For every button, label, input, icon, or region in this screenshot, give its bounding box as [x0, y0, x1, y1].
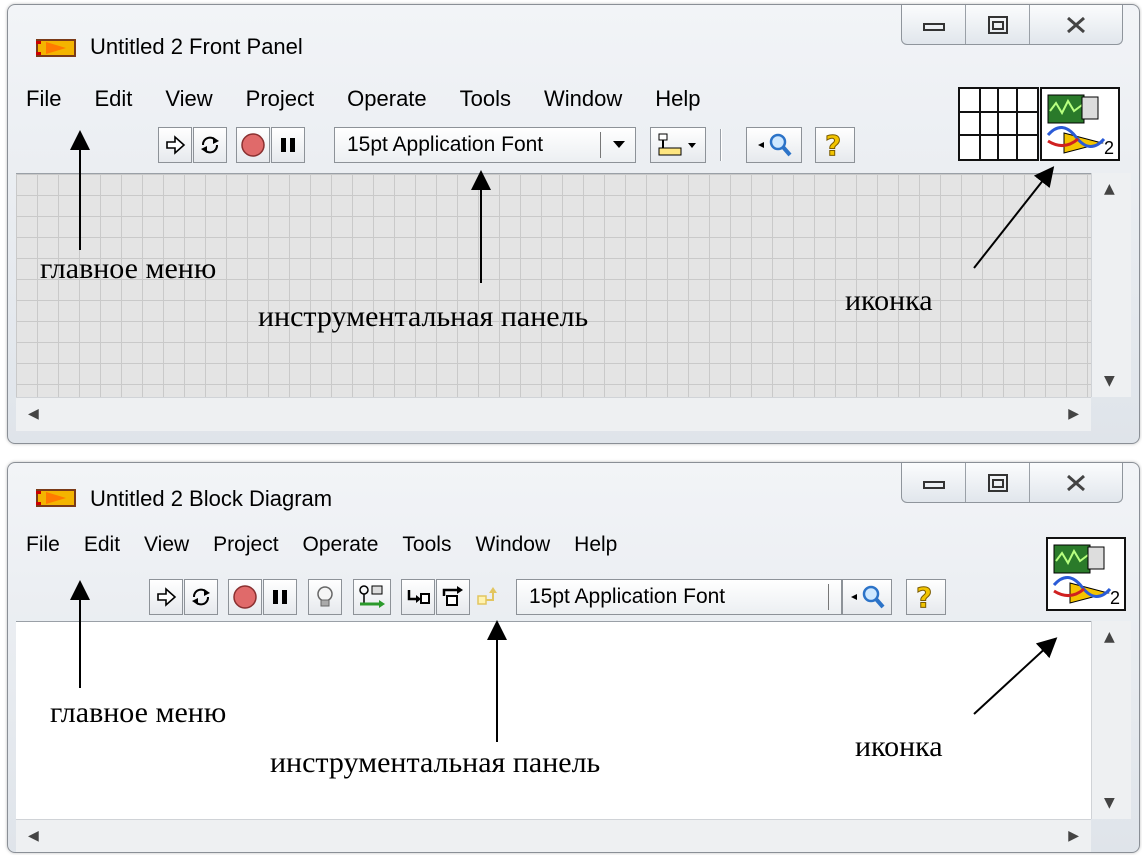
annotation-main-menu: главное меню: [40, 252, 217, 285]
arrow-icon-front: [973, 166, 1055, 269]
annotation-icon: иконка: [845, 284, 933, 317]
annotation-icon: иконка: [855, 730, 943, 763]
arrow-icon-block: [973, 637, 1058, 715]
annotation-toolbar: инструментальная панель: [258, 300, 589, 333]
annotation-toolbar: инструментальная панель: [270, 746, 601, 779]
annotation-main-menu: главное меню: [50, 696, 227, 729]
